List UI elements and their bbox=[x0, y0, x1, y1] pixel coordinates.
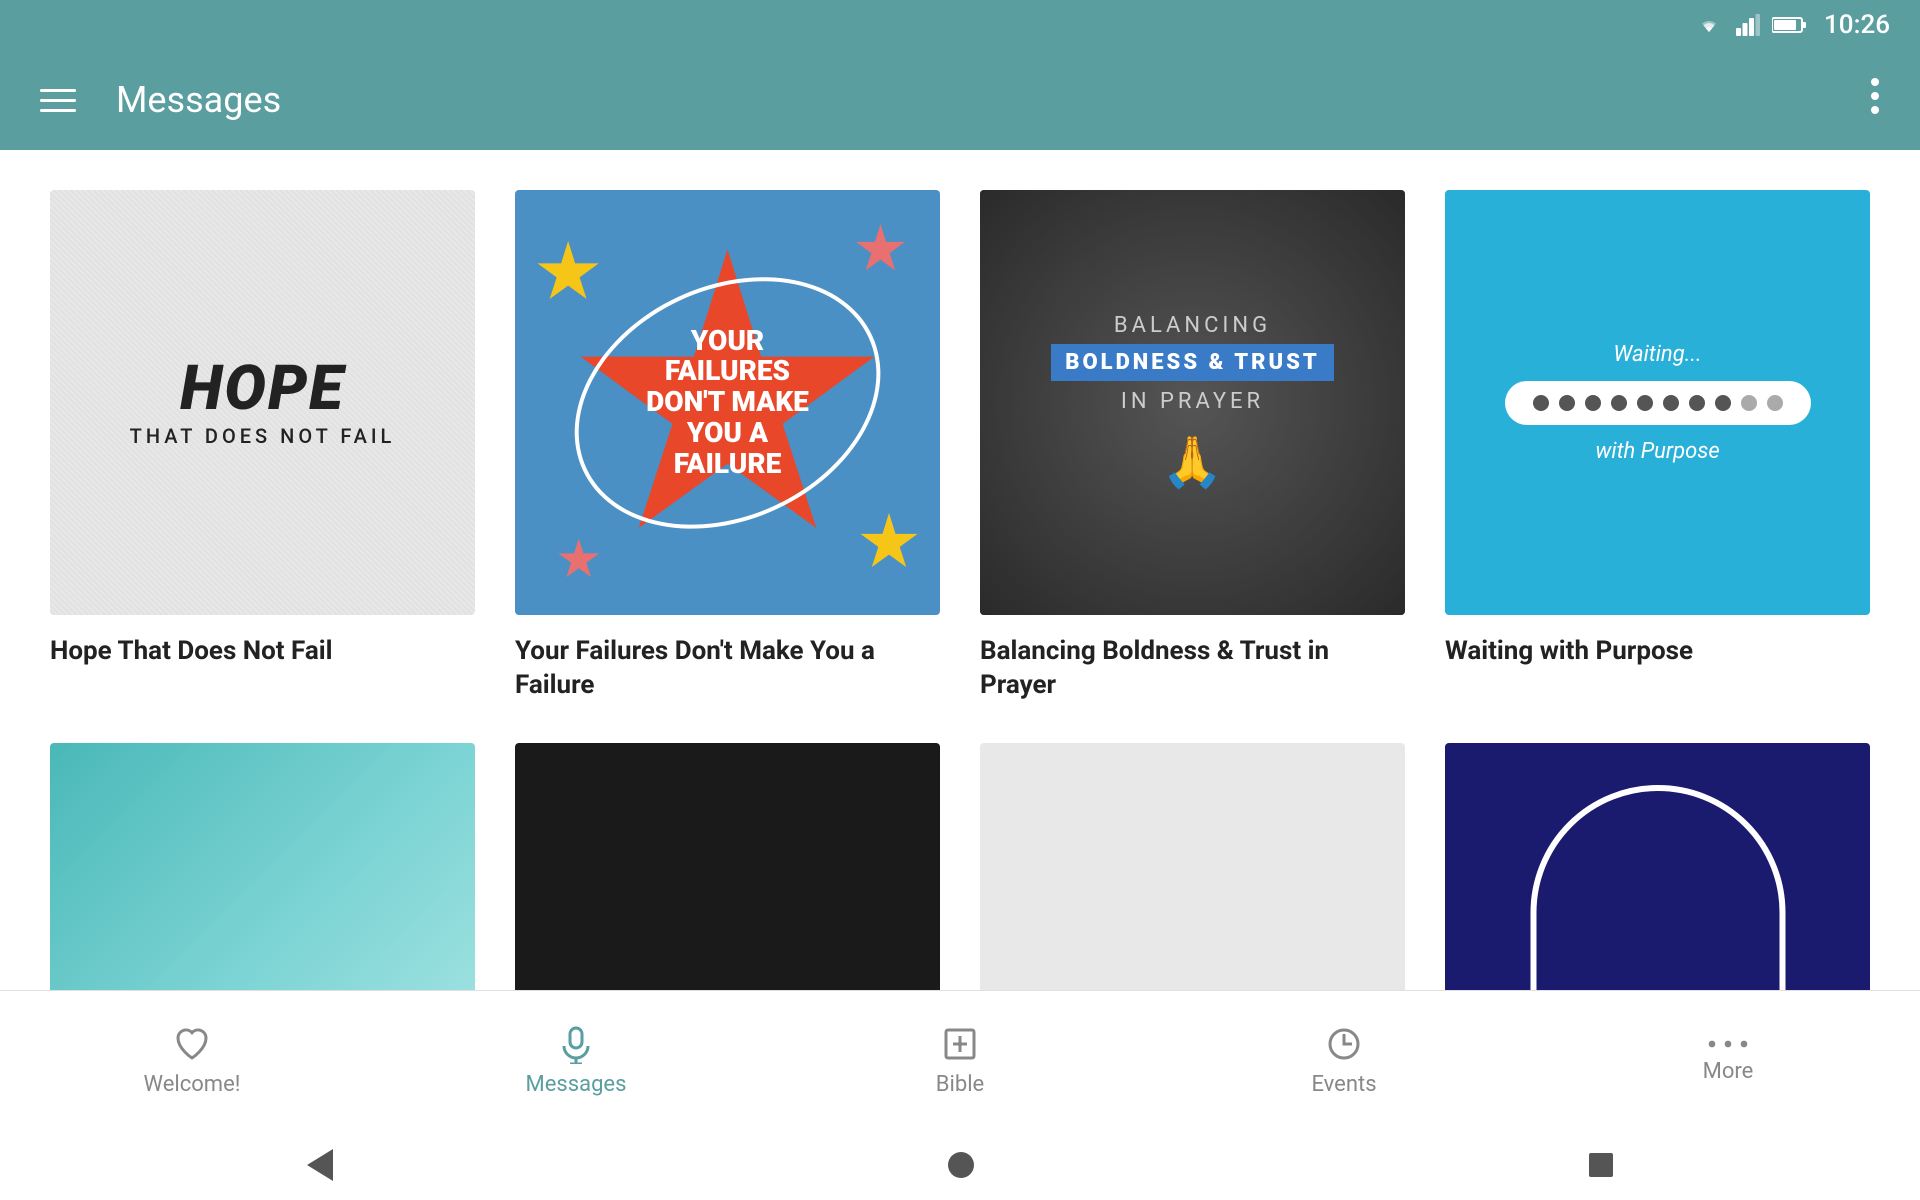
message-card-boldness[interactable]: BALANCING BOLDNESS & TRUST IN PRAYER 🙏 B… bbox=[980, 190, 1405, 703]
clock-icon bbox=[1324, 1024, 1364, 1064]
message-card-black[interactable] bbox=[515, 743, 940, 990]
nav-label-messages: Messages bbox=[526, 1072, 627, 1097]
message-card-failures[interactable]: YOURFAILURESDON'T MAKEYOU AFAILURE Your … bbox=[515, 190, 940, 703]
nav-item-events[interactable]: Events bbox=[1152, 1024, 1536, 1097]
praying-hands-icon: 🙏 bbox=[1051, 434, 1334, 492]
hope-text: HOPE THAT DOES NOT FAIL bbox=[110, 338, 416, 468]
heart-icon bbox=[172, 1024, 212, 1064]
thumbnail-failures: YOURFAILURESDON'T MAKEYOU AFAILURE bbox=[515, 190, 940, 615]
dot-7 bbox=[1689, 395, 1705, 411]
boldness-top: BALANCING bbox=[1051, 313, 1334, 338]
app-title: Messages bbox=[116, 79, 1870, 121]
wifi-icon bbox=[1694, 14, 1724, 36]
star-yellow-br bbox=[859, 513, 919, 573]
thumbnail-hope: HOPE THAT DOES NOT FAIL bbox=[50, 190, 475, 615]
time-display: 10:26 bbox=[1824, 10, 1890, 40]
star-pink-tr bbox=[855, 224, 906, 275]
boldness-bottom: IN PRAYER bbox=[1051, 389, 1334, 414]
signal-icon bbox=[1736, 14, 1760, 36]
nav-label-events: Events bbox=[1311, 1072, 1376, 1097]
dot-1 bbox=[1533, 395, 1549, 411]
thumbnail-gray bbox=[980, 743, 1405, 990]
nav-item-more[interactable]: More bbox=[1536, 1037, 1920, 1084]
star-pink-bl bbox=[558, 539, 601, 582]
status-icons: 10:26 bbox=[1694, 10, 1890, 40]
thumbnail-church: GRACE HILLS CHURCH bbox=[1445, 743, 1870, 990]
dot-3 bbox=[1585, 395, 1601, 411]
message-card-gray[interactable] bbox=[980, 743, 1405, 990]
message-card-waiting[interactable]: Waiting... with Purpose Waiting with Pur… bbox=[1445, 190, 1870, 703]
hope-small-text: THAT DOES NOT FAIL bbox=[130, 424, 396, 448]
failures-ellipse bbox=[534, 229, 922, 576]
dot-9 bbox=[1741, 395, 1757, 411]
system-nav-bar bbox=[0, 1130, 1920, 1200]
nav-label-welcome: Welcome! bbox=[144, 1072, 241, 1097]
thumbnail-teal bbox=[50, 743, 475, 990]
recents-button[interactable] bbox=[1589, 1153, 1613, 1177]
nav-item-bible[interactable]: Bible bbox=[768, 1024, 1152, 1097]
main-content: HOPE THAT DOES NOT FAIL Hope That Does N… bbox=[0, 150, 1920, 990]
more-vert-icon[interactable] bbox=[1870, 76, 1880, 125]
thumbnail-black bbox=[515, 743, 940, 990]
bible-icon bbox=[940, 1024, 980, 1064]
waiting-dots bbox=[1505, 381, 1811, 425]
card-title-failures: Your Failures Don't Make You a Failure bbox=[515, 635, 940, 703]
card-title-waiting: Waiting with Purpose bbox=[1445, 635, 1870, 669]
star-yellow-tl bbox=[536, 241, 600, 305]
dot-10 bbox=[1767, 395, 1783, 411]
bottom-nav: Welcome! Messages Bible Events bbox=[0, 990, 1920, 1130]
hamburger-icon[interactable] bbox=[40, 89, 76, 112]
waiting-label: Waiting... bbox=[1613, 342, 1701, 367]
card-title-hope: Hope That Does Not Fail bbox=[50, 635, 475, 669]
dot-8 bbox=[1715, 395, 1731, 411]
card-title-boldness: Balancing Boldness & Trust in Prayer bbox=[980, 635, 1405, 703]
hope-big-text: HOPE bbox=[130, 358, 396, 420]
home-button[interactable] bbox=[948, 1152, 974, 1178]
thumbnail-waiting: Waiting... with Purpose bbox=[1445, 190, 1870, 615]
messages-grid: HOPE THAT DOES NOT FAIL Hope That Does N… bbox=[50, 190, 1870, 990]
status-bar: 10:26 bbox=[0, 0, 1920, 50]
back-button[interactable] bbox=[307, 1149, 333, 1181]
dot-5 bbox=[1637, 395, 1653, 411]
dot-4 bbox=[1611, 395, 1627, 411]
nav-item-welcome[interactable]: Welcome! bbox=[0, 1024, 384, 1097]
dot-2 bbox=[1559, 395, 1575, 411]
boldness-content: BALANCING BOLDNESS & TRUST IN PRAYER 🙏 bbox=[1031, 293, 1354, 512]
dot-6 bbox=[1663, 395, 1679, 411]
boldness-middle: BOLDNESS & TRUST bbox=[1051, 344, 1334, 381]
nav-label-more: More bbox=[1703, 1059, 1754, 1084]
more-dots-icon bbox=[1708, 1037, 1748, 1051]
battery-icon bbox=[1772, 16, 1806, 34]
message-card-teal[interactable] bbox=[50, 743, 475, 990]
message-card-hope[interactable]: HOPE THAT DOES NOT FAIL Hope That Does N… bbox=[50, 190, 475, 703]
nav-item-messages[interactable]: Messages bbox=[384, 1024, 768, 1097]
waiting-purpose: with Purpose bbox=[1595, 439, 1719, 464]
message-card-church[interactable]: GRACE HILLS CHURCH bbox=[1445, 743, 1870, 990]
church-arch bbox=[1530, 785, 1785, 990]
thumbnail-boldness: BALANCING BOLDNESS & TRUST IN PRAYER 🙏 bbox=[980, 190, 1405, 615]
mic-icon bbox=[556, 1024, 596, 1064]
app-bar: Messages bbox=[0, 50, 1920, 150]
nav-label-bible: Bible bbox=[936, 1072, 984, 1097]
